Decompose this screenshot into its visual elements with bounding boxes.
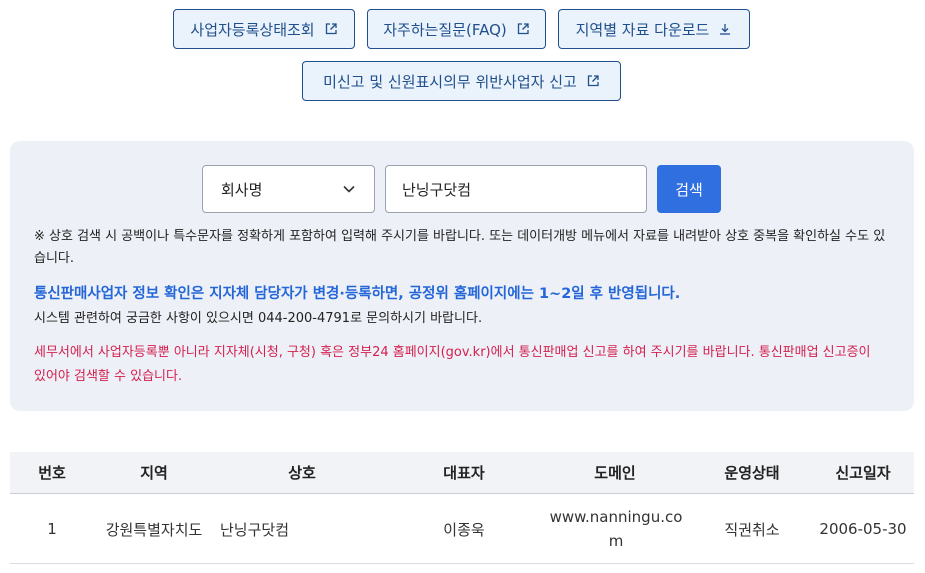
header-no: 번호 bbox=[38, 464, 66, 482]
external-link-icon bbox=[516, 22, 530, 36]
faq-link-label: 자주하는질문(FAQ) bbox=[383, 20, 507, 39]
search-type-select[interactable]: 회사명 bbox=[202, 165, 375, 213]
table-row[interactable]: 1 강원특별자치도 난닝구닷컴 이종욱 www.nanningu.com 직권취… bbox=[10, 494, 914, 564]
header-domain: 도메인 bbox=[594, 464, 636, 482]
company-search-input[interactable] bbox=[385, 165, 647, 213]
business-status-link-button[interactable]: 사업자등록상태조회 bbox=[173, 9, 355, 49]
cell-status: 직권취소 bbox=[724, 520, 780, 539]
header-region: 지역 bbox=[140, 464, 168, 482]
regional-download-label: 지역별 자료 다운로드 bbox=[575, 20, 710, 39]
search-info-note: ※ 상호 검색 시 공백이나 특수문자를 정확하게 포함하여 입력해 주시기를 … bbox=[34, 229, 886, 266]
cell-region: 강원특별자치도 bbox=[105, 520, 203, 539]
registration-warning-note: 세무서에서 사업자등록뿐 아니라 지자체(시청, 구청) 혹은 정부24 홈페이… bbox=[34, 345, 871, 384]
header-ceo: 대표자 bbox=[443, 464, 485, 482]
cell-date: 2006-05-30 bbox=[819, 520, 907, 538]
search-button[interactable]: 검색 bbox=[657, 165, 721, 213]
violation-report-link-label: 미신고 및 신원표시의무 위반사업자 신고 bbox=[323, 72, 577, 91]
header-status: 운영상태 bbox=[724, 464, 780, 482]
cell-domain[interactable]: www.nanningu.com bbox=[546, 494, 686, 564]
external-link-icon bbox=[324, 22, 338, 36]
cell-no: 1 bbox=[47, 520, 57, 538]
results-table-header: 번호 지역 상호 대표자 도메인 운영상태 신고일자 bbox=[10, 452, 914, 494]
update-highlight-note: 통신판매사업자 정보 확인은 지자체 담당자가 변경·등록하면, 공정위 홈페이… bbox=[34, 286, 681, 302]
contact-note: 시스템 관련하여 궁금한 사항이 있으시면 044-200-4791로 문의하시… bbox=[34, 311, 483, 326]
cell-ceo: 이종욱 bbox=[443, 520, 485, 539]
chevron-down-icon bbox=[342, 182, 356, 196]
faq-link-button[interactable]: 자주하는질문(FAQ) bbox=[367, 9, 546, 49]
regional-download-button[interactable]: 지역별 자료 다운로드 bbox=[558, 9, 750, 49]
cell-company[interactable]: 난닝구닷컴 bbox=[220, 494, 390, 564]
external-link-icon bbox=[586, 74, 600, 88]
header-company: 상호 bbox=[288, 464, 316, 482]
business-status-link-label: 사업자등록상태조회 bbox=[190, 20, 315, 39]
search-type-value: 회사명 bbox=[221, 180, 263, 199]
violation-report-link-button[interactable]: 미신고 및 신원표시의무 위반사업자 신고 bbox=[302, 61, 621, 101]
header-date: 신고일자 bbox=[835, 464, 891, 482]
download-icon bbox=[718, 22, 732, 36]
